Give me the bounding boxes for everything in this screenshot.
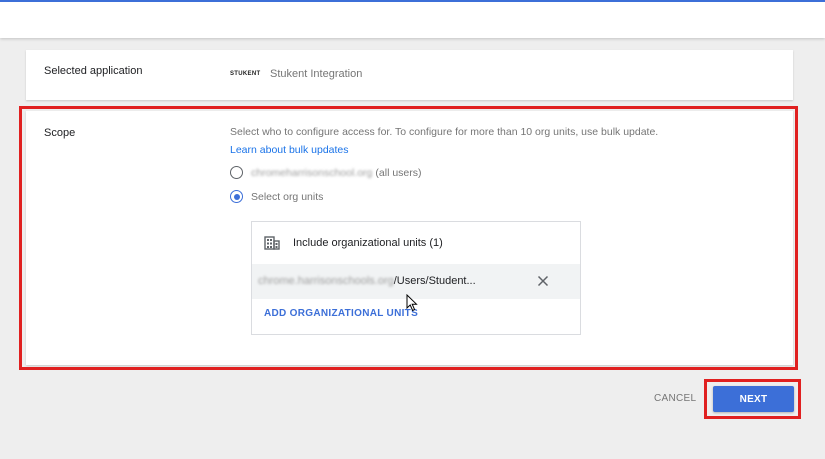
app-name: Stukent Integration (270, 68, 363, 80)
scope-highlight-box (19, 106, 798, 370)
selected-application-label: Selected application (44, 65, 143, 77)
next-highlight-box (704, 379, 801, 419)
stukent-logo: STUKENT (230, 71, 261, 77)
top-bar (0, 0, 825, 38)
cancel-button[interactable]: CANCEL (654, 393, 696, 404)
selected-application-card: Selected application STUKENT Stukent Int… (26, 50, 793, 100)
